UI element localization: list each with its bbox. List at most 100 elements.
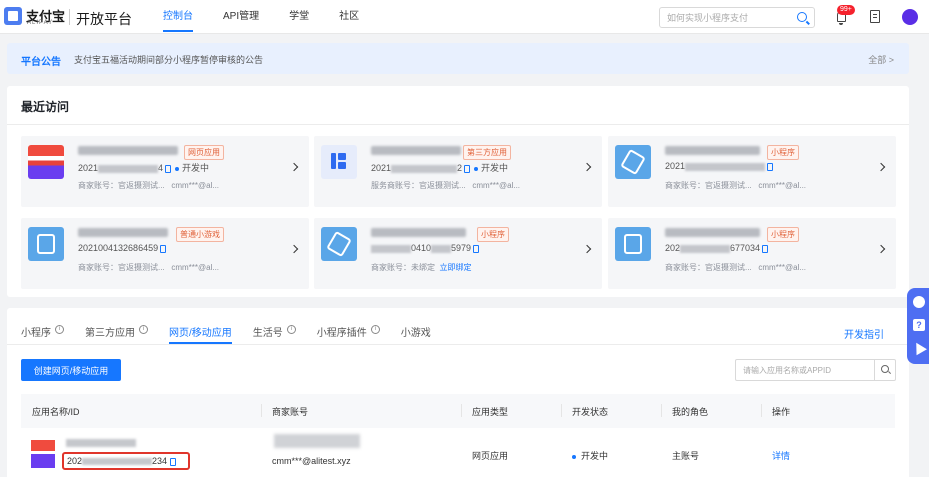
global-search [659, 7, 815, 28]
detail-link[interactable]: 详情 [772, 449, 790, 462]
app-type-tag: 第三方应用 [463, 145, 511, 160]
recent-app-card[interactable]: 第三方应用 2021 2 开发中 服务商账号：官返摄测试... cmm***@al.… [314, 136, 602, 207]
web-app-icon [31, 440, 55, 468]
app-type-tag: 小程序 [767, 227, 799, 242]
app-name-redacted [665, 146, 760, 155]
apps-panel: 小程序 i 第三方应用 i 网页/移动应用 生活号 i 小程序插件 i 小游戏 开发指引… [7, 308, 909, 477]
copy-icon[interactable] [165, 164, 172, 173]
chevron-right-icon[interactable] [289, 244, 299, 254]
table-header: 应用名称/ID 商家账号 应用类型 开发状态 我的角色 操作 [21, 394, 895, 428]
announcement-view-all-link[interactable]: 全部 > [868, 53, 894, 66]
user-avatar[interactable] [902, 9, 918, 25]
platform-title[interactable]: 开放平台 [76, 9, 132, 29]
app-id-highlighted[interactable]: 202 234 [62, 452, 190, 470]
app-status: 开发中 [182, 163, 210, 173]
logo-divider [69, 9, 70, 25]
status-dot [572, 454, 576, 459]
merchant-name-redacted [274, 434, 360, 448]
help-icon[interactable]: ? [913, 319, 925, 331]
recent-app-card[interactable]: 网页应用 2021 4 开发中 商家账号：官返摄测试... cmm***@al... [21, 136, 309, 207]
column-header: 应用名称/ID [32, 407, 80, 417]
copy-icon[interactable] [473, 244, 480, 253]
merchant-account-row: 商家账号：未绑定 立即绑定 [371, 263, 472, 272]
app-id-row: 202 677034 [665, 243, 769, 253]
global-search-input[interactable] [660, 8, 790, 28]
announcement-tag: 平台公告 [21, 57, 61, 68]
column-header: 开发状态 [572, 407, 609, 417]
search-icon[interactable] [881, 365, 889, 373]
tab-web-mobile-app[interactable]: 网页/移动应用 [169, 324, 232, 344]
my-role: 主账号 [672, 451, 700, 461]
info-icon[interactable]: i [55, 325, 64, 334]
recent-app-card[interactable]: 小程序 202 677034 商家账号：官返摄测试... cmm***@al... [608, 218, 896, 289]
chevron-right-icon[interactable] [582, 244, 592, 254]
nav-community[interactable]: 社区 [339, 0, 359, 34]
feedback-icon[interactable] [911, 339, 927, 356]
app-search [735, 359, 896, 381]
column-header: 我的角色 [672, 407, 709, 417]
notification-badge: 99+ [837, 5, 855, 15]
merchant-account: cmm***@alitest.xyz [272, 456, 351, 466]
divider [7, 344, 909, 345]
logo-subtext: ALIPAY [27, 20, 54, 26]
status-dot [474, 166, 479, 171]
copy-icon[interactable] [767, 162, 774, 171]
mini-program-icon [615, 227, 651, 261]
copy-icon[interactable] [170, 457, 177, 466]
chevron-right-icon[interactable] [876, 244, 886, 254]
column-header: 应用类型 [472, 407, 509, 417]
app-id-row: 2021 4 开发中 [78, 163, 210, 173]
merchant-account-row: 商家账号：官返摄测试... cmm***@al... [665, 263, 807, 272]
copy-icon[interactable] [160, 244, 167, 253]
chevron-right-icon[interactable] [582, 162, 592, 172]
alipay-logo-icon[interactable] [4, 7, 22, 25]
create-web-app-button[interactable]: 创建网页/移动应用 [21, 359, 121, 381]
info-icon[interactable]: i [370, 325, 380, 334]
recent-visits-panel: 最近访问 网页应用 2021 4 开发中 商家账号：官返摄测试... cmm***@… [7, 86, 909, 297]
tab-life-account[interactable]: 生活号 i [253, 324, 296, 344]
copy-icon[interactable] [464, 164, 471, 173]
chevron-right-icon[interactable] [876, 162, 886, 172]
tab-third-party-app[interactable]: 第三方应用 i [85, 324, 148, 344]
bind-now-link[interactable]: 立即绑定 [439, 263, 471, 272]
mini-program-icon [615, 145, 651, 179]
tab-mini-program-plugin[interactable]: 小程序插件 i [317, 324, 380, 344]
app-type-tabs: 小程序 i 第三方应用 i 网页/移动应用 生活号 i 小程序插件 i 小游戏 [21, 324, 452, 344]
main-nav: 控制台 API管理 学堂 社区 [163, 0, 389, 34]
nav-console[interactable]: 控制台 [163, 0, 193, 34]
dev-status: 开发中 [572, 449, 608, 462]
app-id-row: 0410 5979 [371, 243, 480, 253]
nav-api-management[interactable]: API管理 [223, 0, 259, 34]
announcement-text[interactable]: 支付宝五福活动期间部分小程序暂停审核的公告 [74, 53, 263, 66]
app-type-tag: 小程序 [767, 145, 799, 160]
merchant-account-row: 商家账号：官返摄测试... cmm***@al... [78, 263, 220, 272]
third-party-app-icon [321, 145, 357, 179]
document-icon[interactable] [870, 10, 880, 23]
tab-mini-program[interactable]: 小程序 i [21, 324, 64, 344]
merchant-account-row: 商家账号：官返摄测试... cmm***@al... [78, 181, 220, 190]
app-type: 网页应用 [472, 451, 509, 461]
copy-icon[interactable] [762, 244, 769, 253]
chat-icon[interactable] [913, 296, 925, 308]
floating-toolbar: ? [907, 288, 929, 364]
mini-program-icon [321, 227, 357, 261]
info-icon[interactable]: i [139, 325, 148, 334]
dev-guide-link[interactable]: 开发指引 [844, 326, 884, 341]
divider [7, 124, 909, 125]
merchant-account-row: 服务商账号：官返摄测试... cmm***@al... [371, 181, 521, 190]
announcement-bar: 平台公告 支付宝五福活动期间部分小程序暂停审核的公告 全部 > [7, 43, 909, 74]
recent-app-card[interactable]: 普通小游戏 2021004132686459 商家账号：官返摄测试... cmm… [21, 218, 309, 289]
merchant-account-row: 商家账号：官返摄测试... cmm***@al... [665, 181, 807, 190]
app-name-redacted [371, 146, 461, 155]
recent-visits-title: 最近访问 [21, 100, 70, 114]
search-icon[interactable] [797, 12, 807, 22]
app-type-tag: 网页应用 [184, 145, 224, 160]
tab-mini-game[interactable]: 小游戏 [401, 324, 431, 344]
top-navigation-bar: 支付宝 ALIPAY 开放平台 控制台 API管理 学堂 社区 99+ [0, 0, 929, 34]
info-icon[interactable]: i [286, 325, 296, 334]
chevron-right-icon[interactable] [289, 162, 299, 172]
recent-app-card[interactable]: 小程序 2021 商家账号：官返摄测试... cmm***@al... [608, 136, 896, 207]
app-search-input[interactable] [736, 360, 872, 381]
recent-app-card[interactable]: 小程序 0410 5979 商家账号：未绑定 立即绑定 [314, 218, 602, 289]
nav-academy[interactable]: 学堂 [289, 0, 309, 34]
